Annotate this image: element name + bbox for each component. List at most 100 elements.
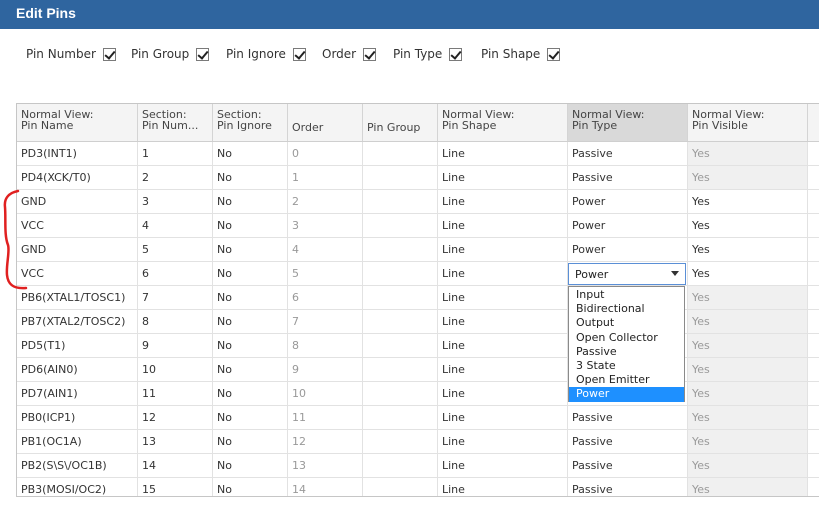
cell-order[interactable]: 14 — [288, 478, 363, 497]
cell-num[interactable]: 15 — [138, 478, 213, 497]
table-row[interactable]: VCC 6 No 5 Line Yes — [17, 262, 819, 286]
cell-shape[interactable]: Line — [438, 142, 568, 165]
cell-visible[interactable]: Yes — [688, 238, 808, 261]
cell-visible[interactable]: Yes — [688, 334, 808, 357]
cell-group[interactable] — [363, 406, 438, 429]
cell-num[interactable]: 11 — [138, 382, 213, 405]
cell-num[interactable]: 10 — [138, 358, 213, 381]
table-row[interactable]: GND 3 No 2 Line Power Yes — [17, 190, 819, 214]
cell-order[interactable]: 7 — [288, 310, 363, 333]
option-pin-number[interactable]: Pin Number — [26, 47, 116, 61]
cell-ignore[interactable]: No — [213, 310, 288, 333]
cell-visible[interactable]: Yes — [688, 310, 808, 333]
column-header[interactable]: Normal View: Pin Shape — [438, 104, 568, 141]
cell-group[interactable] — [363, 454, 438, 477]
table-row[interactable]: PD4(XCK/T0) 2 No 1 Line Passive Yes — [17, 166, 819, 190]
cell-group[interactable] — [363, 286, 438, 309]
option-pin-ignore[interactable]: Pin Ignore — [226, 47, 306, 61]
cell-group[interactable] — [363, 478, 438, 497]
cell-shape[interactable]: Line — [438, 358, 568, 381]
option-pin-type[interactable]: Pin Type — [393, 47, 463, 61]
cell-name[interactable]: PB0(ICP1) — [17, 406, 138, 429]
cell-name[interactable]: PB2(S\S\/OC1B) — [17, 454, 138, 477]
dropdown-option[interactable]: Bidirectional — [569, 302, 684, 316]
cell-ignore[interactable]: No — [213, 190, 288, 213]
cell-shape[interactable]: Line — [438, 430, 568, 453]
cell-num[interactable]: 1 — [138, 142, 213, 165]
cell-ignore[interactable]: No — [213, 214, 288, 237]
cell-num[interactable]: 7 — [138, 286, 213, 309]
cell-ignore[interactable]: No — [213, 142, 288, 165]
cell-visible[interactable]: Yes — [688, 286, 808, 309]
cell-num[interactable]: 13 — [138, 430, 213, 453]
cell-visible[interactable]: Yes — [688, 430, 808, 453]
cell-shape[interactable]: Line — [438, 454, 568, 477]
cell-order[interactable]: 12 — [288, 430, 363, 453]
cell-num[interactable]: 9 — [138, 334, 213, 357]
cell-visible[interactable]: Yes — [688, 214, 808, 237]
cell-shape[interactable]: Line — [438, 286, 568, 309]
cell-ignore[interactable]: No — [213, 406, 288, 429]
table-row[interactable]: PB1(OC1A) 13 No 12 Line Passive Yes — [17, 430, 819, 454]
pin-type-select[interactable]: Power — [568, 263, 686, 285]
cell-num[interactable]: 3 — [138, 190, 213, 213]
cell-type[interactable]: Passive — [568, 166, 688, 189]
table-row[interactable]: PD3(INT1) 1 No 0 Line Passive Yes — [17, 142, 819, 166]
cell-group[interactable] — [363, 238, 438, 261]
cell-visible[interactable]: Yes — [688, 262, 808, 285]
cell-order[interactable]: 5 — [288, 262, 363, 285]
cell-num[interactable]: 6 — [138, 262, 213, 285]
cell-type[interactable]: Passive — [568, 454, 688, 477]
cell-num[interactable]: 5 — [138, 238, 213, 261]
option-pin-shape[interactable]: Pin Shape — [481, 47, 561, 61]
cell-visible[interactable]: Yes — [688, 166, 808, 189]
cell-shape[interactable]: Line — [438, 334, 568, 357]
table-row[interactable]: PD5(T1) 9 No 8 Line Yes — [17, 334, 819, 358]
cell-name[interactable]: PB3(MOSI/OC2) — [17, 478, 138, 497]
cell-num[interactable]: 2 — [138, 166, 213, 189]
option-order[interactable]: Order — [322, 47, 377, 61]
table-row[interactable]: GND 5 No 4 Line Power Yes — [17, 238, 819, 262]
cell-name[interactable]: PB1(OC1A) — [17, 430, 138, 453]
cell-type[interactable]: Power — [568, 190, 688, 213]
cell-group[interactable] — [363, 430, 438, 453]
cell-order[interactable]: 1 — [288, 166, 363, 189]
cell-group[interactable] — [363, 262, 438, 285]
cell-name[interactable]: GND — [17, 190, 138, 213]
table-row[interactable]: PB7(XTAL2/TOSC2) 8 No 7 Line Yes — [17, 310, 819, 334]
cell-num[interactable]: 4 — [138, 214, 213, 237]
cell-group[interactable] — [363, 190, 438, 213]
dropdown-option[interactable]: Open Collector — [569, 331, 684, 345]
cell-shape[interactable]: Line — [438, 406, 568, 429]
chevron-down-icon[interactable] — [671, 271, 679, 276]
cell-group[interactable] — [363, 358, 438, 381]
column-header[interactable]: Pin Group — [363, 104, 438, 141]
cell-ignore[interactable]: No — [213, 430, 288, 453]
column-header[interactable]: Normal View: Pin Type — [568, 104, 688, 141]
cell-group[interactable] — [363, 382, 438, 405]
cell-name[interactable]: VCC — [17, 262, 138, 285]
cell-num[interactable]: 14 — [138, 454, 213, 477]
cell-ignore[interactable]: No — [213, 478, 288, 497]
dropdown-option[interactable]: Open Emitter — [569, 373, 684, 387]
cell-order[interactable]: 4 — [288, 238, 363, 261]
cell-shape[interactable]: Line — [438, 190, 568, 213]
cell-order[interactable]: 10 — [288, 382, 363, 405]
cell-visible[interactable]: Yes — [688, 382, 808, 405]
cell-shape[interactable]: Line — [438, 382, 568, 405]
dropdown-option[interactable]: Output — [569, 316, 684, 330]
cell-num[interactable]: 8 — [138, 310, 213, 333]
cell-group[interactable] — [363, 142, 438, 165]
cell-name[interactable]: PB6(XTAL1/TOSC1) — [17, 286, 138, 309]
cell-visible[interactable]: Yes — [688, 406, 808, 429]
cell-visible[interactable]: Yes — [688, 478, 808, 497]
table-row[interactable]: PB2(S\S\/OC1B) 14 No 13 Line Passive Yes — [17, 454, 819, 478]
cell-order[interactable]: 11 — [288, 406, 363, 429]
cell-order[interactable]: 13 — [288, 454, 363, 477]
cell-visible[interactable]: Yes — [688, 190, 808, 213]
cell-name[interactable]: GND — [17, 238, 138, 261]
cell-ignore[interactable]: No — [213, 358, 288, 381]
cell-visible[interactable]: Yes — [688, 142, 808, 165]
cell-ignore[interactable]: No — [213, 454, 288, 477]
option-pin-group[interactable]: Pin Group — [131, 47, 210, 61]
